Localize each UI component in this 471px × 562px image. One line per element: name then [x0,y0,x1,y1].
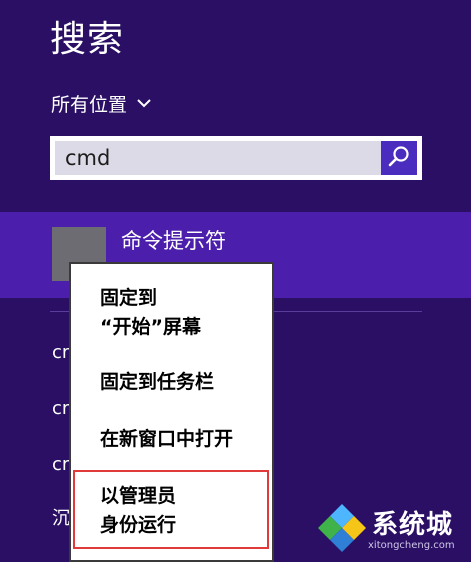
menu-item-label: 在新窗口中打开 [100,428,234,450]
menu-item-pin-to-taskbar[interactable]: 固定到任务栏 [71,368,272,402]
search-scope-label: 所有位置 [51,93,128,116]
highlight-box [73,470,269,549]
search-box [50,136,422,180]
search-pane-title: 搜索 [50,19,125,60]
search-scope-dropdown[interactable]: 所有位置 [51,90,151,116]
search-input[interactable] [55,141,381,175]
search-icon [388,145,410,171]
menu-item-label: 固定到 “开始”屏幕 [100,287,201,338]
menu-item-pin-to-start[interactable]: 固定到 “开始”屏幕 [71,284,272,346]
menu-item-label: 固定到任务栏 [100,371,215,393]
watermark: 系统城 xitongcheng.com [312,498,471,558]
menu-item-open-new-window[interactable]: 在新窗口中打开 [71,425,272,459]
chevron-down-icon [137,98,151,108]
search-result-label: 命令提示符 [121,229,226,253]
context-menu: 固定到 “开始”屏幕 固定到任务栏 在新窗口中打开 以管理员 身份运行 [69,262,274,562]
watermark-brand: 系统城 [372,510,454,540]
watermark-domain: xitongcheng.com [368,540,455,551]
search-button[interactable] [381,141,417,175]
